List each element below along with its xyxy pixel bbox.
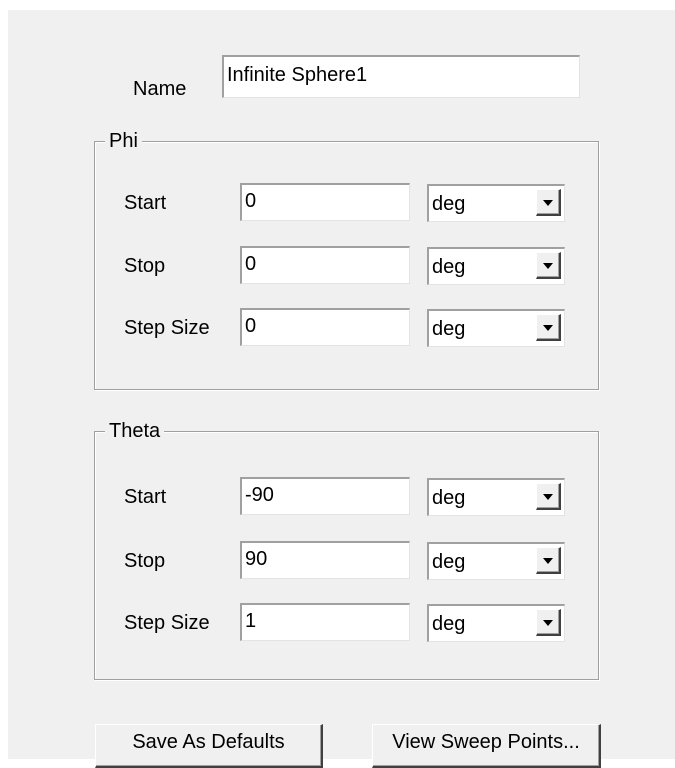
phi-start-label: Start (124, 192, 167, 214)
theta-start-label: Start (124, 486, 167, 508)
phi-step-size-unit-value: deg (432, 318, 466, 340)
chevron-down-icon (543, 325, 553, 331)
view-sweep-points-button[interactable]: View Sweep Points... (372, 724, 601, 768)
theta-start-unit-value: deg (432, 487, 466, 509)
name-input[interactable]: Infinite Sphere1 (222, 55, 580, 98)
chevron-down-icon (543, 494, 553, 500)
phi-start-input[interactable]: 0 (240, 183, 410, 221)
phi-step-size-unit-select[interactable]: deg (427, 309, 565, 347)
phi-start-unit-select[interactable]: deg (427, 184, 565, 222)
phi-stop-unit-value: deg (432, 256, 466, 278)
theta-stop-unit-dropdown-button[interactable] (536, 547, 561, 574)
dialog-panel: Name Infinite Sphere1 Phi Start 0 deg St… (8, 10, 675, 768)
theta-stop-input[interactable]: 90 (240, 541, 410, 579)
theta-step-size-input[interactable]: 1 (240, 603, 410, 641)
chevron-down-icon (543, 620, 553, 626)
theta-step-size-unit-select[interactable]: deg (427, 604, 565, 642)
name-label: Name (133, 78, 187, 100)
phi-stop-label: Stop (124, 255, 166, 277)
theta-step-size-label: Step Size (124, 612, 210, 634)
theta-start-unit-select[interactable]: deg (427, 478, 565, 516)
save-as-defaults-button[interactable]: Save As Defaults (95, 724, 323, 768)
theta-group-title: Theta (105, 419, 165, 443)
phi-step-size-label: Step Size (124, 317, 210, 339)
theta-start-unit-dropdown-button[interactable] (536, 483, 561, 510)
chevron-down-icon (543, 200, 553, 206)
theta-start-input[interactable]: -90 (240, 477, 410, 515)
phi-start-unit-dropdown-button[interactable] (536, 189, 561, 216)
phi-step-size-input[interactable]: 0 (240, 308, 410, 346)
phi-start-unit-value: deg (432, 193, 466, 215)
phi-step-size-unit-dropdown-button[interactable] (536, 314, 561, 341)
phi-stop-unit-select[interactable]: deg (427, 247, 565, 285)
chevron-down-icon (543, 263, 553, 269)
theta-stop-label: Stop (124, 550, 166, 572)
phi-stop-unit-dropdown-button[interactable] (536, 252, 561, 279)
theta-stop-unit-select[interactable]: deg (427, 542, 565, 580)
phi-group-title: Phi (105, 129, 142, 153)
theta-stop-unit-value: deg (432, 551, 466, 573)
theta-step-size-unit-value: deg (432, 613, 466, 635)
phi-stop-input[interactable]: 0 (240, 246, 410, 284)
theta-step-size-unit-dropdown-button[interactable] (536, 609, 561, 636)
chevron-down-icon (543, 558, 553, 564)
